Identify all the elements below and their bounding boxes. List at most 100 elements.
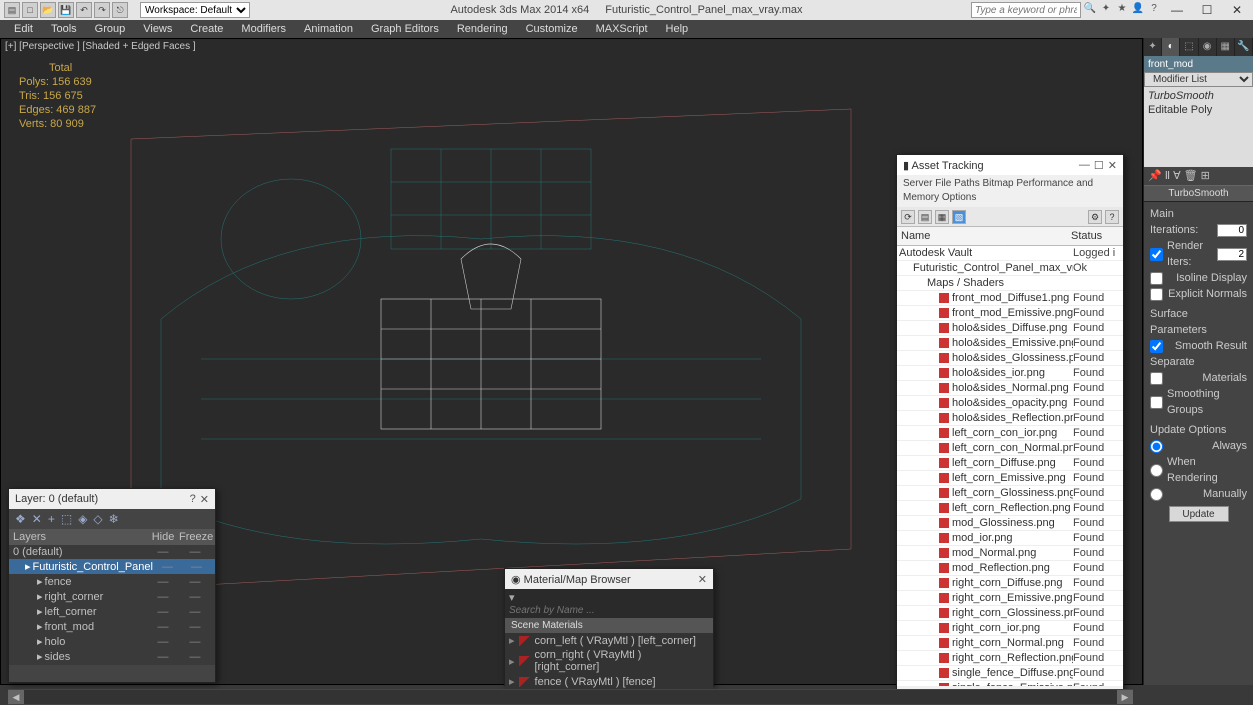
highlight-layer-icon[interactable]: ◈ — [78, 512, 87, 526]
materials-check[interactable] — [1150, 372, 1163, 385]
asset-menu[interactable]: Server File Paths Bitmap Performance and… — [897, 175, 1123, 207]
asset-min-icon[interactable]: — — [1079, 159, 1090, 172]
menu-rendering[interactable]: Rendering — [449, 21, 516, 37]
material-row[interactable]: ▸corn_right ( VRayMtl ) [right_corner] — [505, 648, 713, 674]
layer-row[interactable]: ▸ Futuristic_Control_Panel—— — [9, 559, 215, 574]
configure-sets-icon[interactable]: ⊞ — [1201, 169, 1210, 183]
menu-create[interactable]: Create — [182, 21, 231, 37]
save-button[interactable]: 💾 — [58, 2, 74, 18]
menu-animation[interactable]: Animation — [296, 21, 361, 37]
utilities-tab[interactable]: 🔧 — [1235, 38, 1253, 56]
scroll-right-icon[interactable]: ▶ — [1117, 690, 1133, 704]
asset-row[interactable]: right_corn_Glossiness.pngFound — [897, 606, 1123, 621]
make-unique-icon[interactable]: ∀ — [1173, 169, 1181, 183]
manually-radio[interactable] — [1150, 488, 1163, 501]
asset-row[interactable]: holo&sides_Diffuse.pngFound — [897, 321, 1123, 336]
asset-row[interactable]: holo&sides_Glossiness.pngFound — [897, 351, 1123, 366]
asset-view2-icon[interactable]: ▦ — [935, 210, 949, 224]
material-close-icon[interactable]: ✕ — [698, 573, 707, 586]
freeze-layer-icon[interactable]: ❄ — [109, 512, 119, 526]
update-button[interactable]: Update — [1169, 506, 1229, 522]
show-end-result-icon[interactable]: Ⅱ — [1165, 169, 1170, 183]
workspace-selector[interactable]: Workspace: Default — [140, 2, 250, 18]
menu-views[interactable]: Views — [135, 21, 180, 37]
asset-row[interactable]: Maps / Shaders — [897, 276, 1123, 291]
menu-maxscript[interactable]: MAXScript — [588, 21, 656, 37]
asset-settings-icon[interactable]: ⚙ — [1088, 210, 1102, 224]
new-button[interactable]: □ — [22, 2, 38, 18]
maximize-button[interactable]: ☐ — [1193, 1, 1221, 19]
menu-modifiers[interactable]: Modifiers — [233, 21, 294, 37]
asset-row[interactable]: right_corn_Reflection.pngFound — [897, 651, 1123, 666]
layer-row[interactable]: ▸ sides—— — [9, 649, 215, 664]
modifier-stack[interactable]: TurboSmooth Editable Poly — [1144, 87, 1253, 167]
asset-row[interactable]: holo&sides_Emissive.pngFound — [897, 336, 1123, 351]
viewport-label[interactable]: [+] [Perspective ] [Shaded + Edged Faces… — [5, 41, 196, 52]
smooth-result-check[interactable] — [1150, 340, 1163, 353]
asset-row[interactable]: front_mod_Diffuse1.pngFound — [897, 291, 1123, 306]
asset-row[interactable]: single_fence_Emissive.pngFound — [897, 681, 1123, 686]
menu-tools[interactable]: Tools — [43, 21, 85, 37]
select-layer-icon[interactable]: ⬚ — [61, 512, 72, 526]
asset-row[interactable]: left_corn_con_ior.pngFound — [897, 426, 1123, 441]
render-iters-check[interactable] — [1150, 248, 1163, 261]
mod-turbosmooth[interactable]: TurboSmooth — [1146, 89, 1251, 103]
rollout-turbosmooth[interactable]: TurboSmooth — [1144, 185, 1253, 202]
asset-row[interactable]: right_corn_ior.pngFound — [897, 621, 1123, 636]
menu-graph-editors[interactable]: Graph Editors — [363, 21, 447, 37]
add-to-layer-icon[interactable]: + — [48, 512, 55, 526]
mat-options-icon[interactable]: ▾ — [509, 592, 515, 604]
layer-row[interactable]: ▸ left_corner—— — [9, 604, 215, 619]
explicit-check[interactable] — [1150, 288, 1163, 301]
scene-materials-header[interactable]: Scene Materials — [505, 618, 713, 633]
layer-row[interactable]: ▸ holo—— — [9, 634, 215, 649]
favorites-icon[interactable]: ★ — [1115, 3, 1129, 17]
asset-row[interactable]: mod_Normal.pngFound — [897, 546, 1123, 561]
layer-list[interactable]: 0 (default)——▸ Futuristic_Control_Panel—… — [9, 545, 215, 665]
comm-center-icon[interactable]: ✦ — [1099, 3, 1113, 17]
asset-row[interactable]: holo&sides_opacity.pngFound — [897, 396, 1123, 411]
timeline-scrollbar[interactable]: ◀ ▶ — [8, 689, 1133, 705]
asset-col-name[interactable]: Name — [901, 230, 1071, 242]
asset-list[interactable]: Autodesk VaultLogged iFuturistic_Control… — [897, 246, 1123, 686]
asset-refresh-icon[interactable]: ⟳ — [901, 210, 915, 224]
asset-row[interactable]: left_corn_con_Normal.pngFound — [897, 441, 1123, 456]
asset-max-icon[interactable]: ☐ — [1094, 159, 1104, 172]
remove-mod-icon[interactable]: 🗑 — [1184, 169, 1198, 183]
when-rendering-radio[interactable] — [1150, 464, 1163, 477]
asset-view3-icon[interactable]: ▧ — [952, 210, 966, 224]
asset-row[interactable]: mod_ior.pngFound — [897, 531, 1123, 546]
layer-help-icon[interactable]: ? — [190, 493, 196, 506]
asset-row[interactable]: left_corn_Diffuse.pngFound — [897, 456, 1123, 471]
signin-icon[interactable]: 👤 — [1131, 3, 1145, 17]
open-button[interactable]: 📂 — [40, 2, 56, 18]
menu-customize[interactable]: Customize — [518, 21, 586, 37]
material-row[interactable]: ▸fence ( VRayMtl ) [fence] — [505, 674, 713, 689]
layer-row[interactable]: ▸ fence—— — [9, 574, 215, 589]
undo-button[interactable]: ↶ — [76, 2, 92, 18]
asset-row[interactable]: holo&sides_Reflection.pngFound — [897, 411, 1123, 426]
create-tab[interactable]: ✦ — [1144, 38, 1162, 56]
layer-row[interactable]: ▸ right_corner—— — [9, 589, 215, 604]
layer-row[interactable]: ▸ front_mod—— — [9, 619, 215, 634]
asset-row[interactable]: right_corn_Diffuse.pngFound — [897, 576, 1123, 591]
asset-row[interactable]: right_corn_Normal.pngFound — [897, 636, 1123, 651]
layer-row[interactable]: 0 (default)—— — [9, 545, 215, 559]
asset-close-icon[interactable]: ✕ — [1108, 159, 1117, 172]
redo-button[interactable]: ↷ — [94, 2, 110, 18]
asset-row[interactable]: mod_Glossiness.pngFound — [897, 516, 1123, 531]
new-layer-icon[interactable]: ❖ — [15, 512, 26, 526]
asset-row[interactable]: left_corn_Emissive.pngFound — [897, 471, 1123, 486]
scroll-left-icon[interactable]: ◀ — [8, 690, 24, 704]
render-iters-spinner[interactable] — [1217, 248, 1247, 261]
hierarchy-tab[interactable]: ⬚ — [1180, 38, 1198, 56]
asset-row[interactable]: Autodesk VaultLogged i — [897, 246, 1123, 261]
mod-editable-poly[interactable]: Editable Poly — [1146, 103, 1251, 117]
search-icon[interactable]: 🔍 — [1083, 3, 1097, 17]
asset-view1-icon[interactable]: ▤ — [918, 210, 932, 224]
always-radio[interactable] — [1150, 440, 1163, 453]
isoline-check[interactable] — [1150, 272, 1163, 285]
smoothing-groups-check[interactable] — [1150, 396, 1163, 409]
link-button[interactable]: ⎋ — [112, 2, 128, 18]
app-menu-button[interactable]: ▤ — [4, 2, 20, 18]
